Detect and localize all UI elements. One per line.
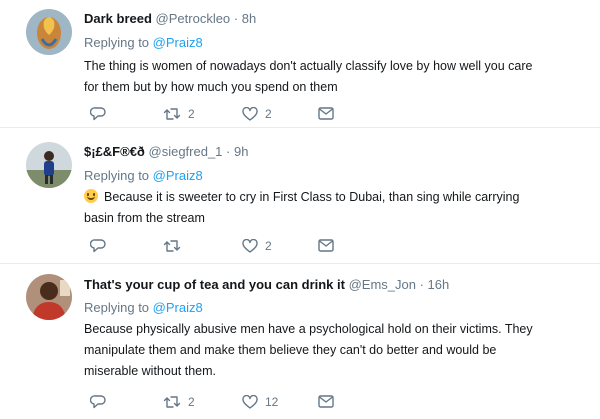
reply-button[interactable] <box>90 239 113 253</box>
tweet-header: That's your cup of tea and you can drink… <box>84 277 449 292</box>
reply-button[interactable] <box>90 107 113 121</box>
replying-to: Replying to @Praiz8 <box>84 35 203 50</box>
replying-to-label: Replying to <box>84 300 150 315</box>
reply-icon <box>90 395 106 409</box>
like-count: 12 <box>265 395 279 409</box>
tweet-text-line: manipulate them and make them believe th… <box>84 343 497 357</box>
tweet[interactable]: $¡£&F®€ð @siegfred_1 · 9h Replying to @P… <box>0 128 600 262</box>
tweet-text-line: for them but by how much you spend on th… <box>84 80 338 94</box>
user-handle[interactable]: @Ems_Jon <box>349 277 416 292</box>
mention-link[interactable]: @Praiz8 <box>153 168 203 183</box>
tweet-text: The thing is women of nowadays don't act… <box>84 56 574 98</box>
reply-icon <box>90 107 106 121</box>
like-count: 2 <box>265 107 272 121</box>
retweet-count: 2 <box>188 395 195 409</box>
mention-link[interactable]: @Praiz8 <box>153 35 203 50</box>
direct-message-button[interactable] <box>318 239 334 252</box>
tweet-text-line: basin from the stream <box>84 211 205 225</box>
user-handle[interactable]: @siegfred_1 <box>149 144 223 159</box>
replying-to: Replying to @Praiz8 <box>84 300 203 315</box>
direct-message-button[interactable] <box>318 395 334 408</box>
avatar[interactable] <box>26 274 72 320</box>
retweet-button[interactable]: 2 <box>163 107 195 121</box>
envelope-icon <box>318 239 334 252</box>
reply-button[interactable] <box>90 395 113 409</box>
display-name[interactable]: $¡£&F®€ð <box>84 144 145 159</box>
display-name[interactable]: Dark breed <box>84 11 152 26</box>
direct-message-button[interactable] <box>318 107 334 120</box>
timestamp[interactable]: · 9h <box>226 144 248 159</box>
timestamp[interactable]: · 16h <box>420 277 450 292</box>
smiling-face-emoji <box>84 189 98 203</box>
tweet-text-line: The thing is women of nowadays don't act… <box>84 59 533 73</box>
like-button[interactable]: 2 <box>242 107 272 121</box>
retweet-count: 2 <box>188 107 195 121</box>
tweet-text-line: miserable without them. <box>84 364 217 378</box>
mention-link[interactable]: @Praiz8 <box>153 300 203 315</box>
heart-icon <box>242 395 258 409</box>
like-count: 2 <box>265 239 272 253</box>
tweet[interactable]: That's your cup of tea and you can drink… <box>0 264 600 419</box>
reply-icon <box>90 239 106 253</box>
tweet[interactable]: Dark breed @Petrockleo · 8h Replying to … <box>0 0 600 126</box>
tweet-text: Because it is sweeter to cry in First Cl… <box>84 187 574 229</box>
replying-to-label: Replying to <box>84 168 150 183</box>
avatar[interactable] <box>26 142 72 188</box>
envelope-icon <box>318 395 334 408</box>
heart-icon <box>242 107 258 121</box>
tweet-header: Dark breed @Petrockleo · 8h <box>84 11 256 26</box>
retweet-button[interactable] <box>163 239 188 253</box>
retweet-icon <box>163 395 181 409</box>
display-name[interactable]: That's your cup of tea and you can drink… <box>84 277 345 292</box>
tweet-text-line: Because physically abusive men have a ps… <box>84 322 533 336</box>
like-button[interactable]: 2 <box>242 239 272 253</box>
tweet-text-line: Because it is sweeter to cry in First Cl… <box>104 190 520 204</box>
user-handle[interactable]: @Petrockleo <box>156 11 231 26</box>
replying-to: Replying to @Praiz8 <box>84 168 203 183</box>
avatar[interactable] <box>26 9 72 55</box>
retweet-icon <box>163 239 181 253</box>
envelope-icon <box>318 107 334 120</box>
like-button[interactable]: 12 <box>242 395 278 409</box>
heart-icon <box>242 239 258 253</box>
tweet-header: $¡£&F®€ð @siegfred_1 · 9h <box>84 144 248 159</box>
tweet-text: Because physically abusive men have a ps… <box>84 319 574 382</box>
retweet-icon <box>163 107 181 121</box>
replying-to-label: Replying to <box>84 35 150 50</box>
timestamp[interactable]: · 8h <box>234 11 256 26</box>
retweet-button[interactable]: 2 <box>163 395 195 409</box>
